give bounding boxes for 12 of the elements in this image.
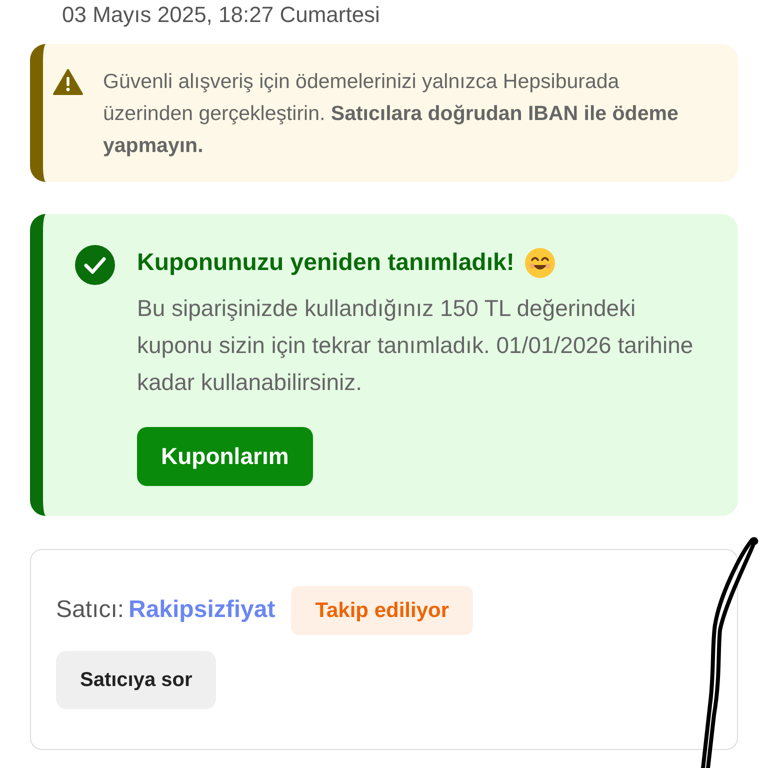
check-icon (75, 245, 115, 285)
order-date: 03 Mayıs 2025, 18:27 Cumartesi (61, 2, 381, 28)
notice-title: Kuponunuzu yeniden tanımladık! (137, 248, 514, 278)
smiley-icon (524, 247, 556, 279)
ask-seller-button[interactable]: Satıcıya sor (56, 651, 216, 709)
seller-label: Satıcı: (56, 596, 124, 624)
coupons-button[interactable]: Kuponlarım (137, 427, 313, 486)
notice-text: Bu siparişinizde kullandığınız 150 TL değerindeki kuponu sizin için tekrar tanımladık. 01/01/2026 tarihine kadar kullanabilirsiniz. (137, 294, 694, 397)
warning-icon (53, 69, 83, 95)
warning-message: Güvenli alışveriş için ödemelerinizi yalnızca Hepsiburada üzerinden gerçekleştirin. Satıcılara doğrudan IBAN ile ödeme yapmayın. (103, 69, 680, 159)
following-tag: Takip ediliyor (291, 586, 474, 635)
seller-link[interactable]: Rakipsizfiyat (128, 596, 276, 624)
